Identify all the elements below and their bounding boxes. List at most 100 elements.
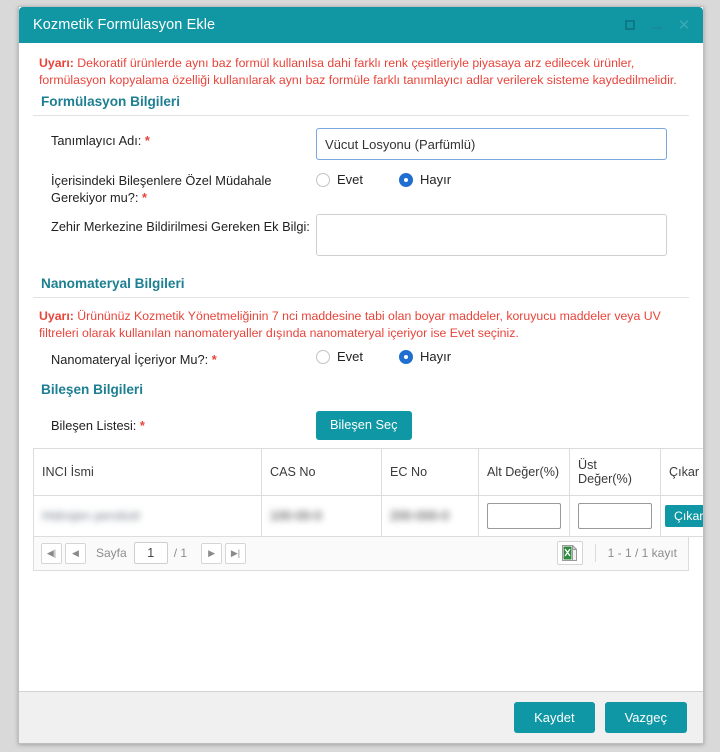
maximize-button[interactable]: [621, 16, 639, 34]
section-heading-component: Bileşen Bilgileri: [41, 382, 143, 397]
nanomaterial-option-hayir[interactable]: Hayır: [399, 349, 451, 364]
nanomaterial-warning-text: Ürününüz Kozmetik Yönetmeliğinin 7 nci m…: [39, 309, 661, 340]
column-header-ec-no: EC No: [381, 448, 479, 496]
next-page-button[interactable]: ▶: [201, 542, 223, 564]
component-table-header-row: INCI İsmi CAS No EC No Alt Değer(%) Üst …: [33, 448, 703, 496]
component-required-marker: *: [139, 417, 145, 433]
next-page-icon: ▶: [208, 547, 215, 558]
nanomaterial-contains-label: Nanomateryal İçeriyor Mu?: *: [33, 349, 316, 368]
nanomaterial-radio-group: Evet Hayır: [316, 349, 689, 364]
record-count-label: 1 - 1 / 1 kayıt: [607, 546, 677, 561]
previous-page-button[interactable]: ◀: [65, 542, 86, 564]
column-header-inci-name: INCI İsmi: [33, 448, 262, 496]
cell-cas-no: 100-00-0: [261, 495, 382, 537]
cancel-button[interactable]: Vazgeç: [604, 702, 687, 733]
table-pager: ◀| ◀ Sayfa / 1 ▶ ▶|: [33, 536, 689, 571]
component-list-label: Bileşen Listesi: *: [33, 418, 316, 433]
special-intervention-option-hayir-label: Hayır: [420, 172, 452, 187]
poison-center-field-wrap: [316, 214, 689, 256]
top-warning-text: Dekoratif ürünlerde aynı baz formül kull…: [39, 56, 677, 87]
nanomaterial-warning-prefix: Uyarı:: [39, 309, 74, 323]
component-list-label-text: Bileşen Listesi:: [51, 417, 137, 433]
column-header-remove: Çıkar: [660, 448, 703, 496]
radio-dot-icon: [399, 349, 414, 364]
identifier-label: Tanımlayıcı Adı: *: [33, 128, 316, 149]
lower-value-input[interactable]: [487, 502, 561, 529]
nanomaterial-option-evet-label: Evet: [337, 349, 364, 364]
nanomaterial-option-hayir-label: Hayır: [420, 349, 452, 364]
poison-center-label: Zehir Merkezine Bildirilmesi Gereken Ek …: [51, 219, 310, 234]
upper-value-input[interactable]: [578, 502, 652, 529]
previous-page-icon: ◀: [72, 547, 79, 558]
identifier-label-text: Tanımlayıcı Adı:: [51, 133, 142, 148]
radio-dot-icon: [399, 172, 414, 187]
special-intervention-radio-group: Evet Hayır: [316, 168, 689, 187]
remove-row-button[interactable]: Çıkar: [665, 504, 703, 527]
window-controls: ✕: [621, 16, 693, 34]
identifier-input[interactable]: [316, 128, 667, 160]
special-intervention-field-wrap: Evet Hayır: [316, 168, 689, 187]
first-page-button[interactable]: ◀|: [41, 542, 62, 564]
first-page-icon: ◀|: [46, 547, 57, 558]
identifier-field-wrap: [316, 128, 689, 160]
ec-no-value: 200-000-0: [390, 508, 450, 523]
special-intervention-option-evet[interactable]: Evet: [316, 172, 363, 187]
cell-upper-value: [569, 495, 661, 537]
cas-no-value: 100-00-0: [270, 508, 323, 523]
field-row-special-intervention: İçerisindeki Bileşenlere Özel Müdahale G…: [33, 164, 689, 210]
field-row-identifier: Tanımlayıcı Adı: *: [33, 124, 689, 164]
maximize-icon: [625, 20, 635, 30]
cell-inci-name: Hidrojen peroksit: [33, 495, 262, 537]
field-row-nanomaterial-contains: Nanomateryal İçeriyor Mu?: * Evet Hayır: [33, 341, 689, 372]
identifier-required-marker: *: [144, 133, 150, 148]
pager-divider: [594, 544, 596, 563]
column-header-lower-value: Alt Değer(%): [478, 448, 570, 496]
top-warning-prefix: Uyarı:: [39, 56, 74, 70]
cell-remove: Çıkar: [660, 495, 703, 537]
poison-center-input[interactable]: [316, 214, 667, 256]
save-button[interactable]: Kaydet: [514, 702, 595, 733]
nanomaterial-required-marker: *: [211, 352, 217, 367]
column-header-cas-no: CAS No: [261, 448, 382, 496]
dialog-titlebar: Kozmetik Formülasyon Ekle ✕: [19, 7, 703, 43]
close-button[interactable]: ✕: [675, 16, 693, 34]
special-intervention-option-hayir[interactable]: Hayır: [399, 172, 451, 187]
section-heading-nanomaterial: Nanomateryal Bilgileri: [33, 270, 689, 298]
last-page-icon: ▶|: [230, 547, 241, 558]
special-intervention-option-evet-label: Evet: [337, 172, 364, 187]
excel-export-button[interactable]: [556, 541, 583, 566]
cell-lower-value: [478, 495, 570, 537]
inci-name-value: Hidrojen peroksit: [42, 508, 140, 523]
dialog-window: Kozmetik Formülasyon Ekle ✕ Uyarı: Dekor…: [18, 6, 704, 744]
select-component-button[interactable]: Bileşen Seç: [316, 411, 412, 440]
page-number-input[interactable]: [133, 542, 168, 565]
minimize-icon: [652, 27, 662, 29]
column-header-upper-value: Üst Değer(%): [569, 448, 661, 496]
nanomaterial-warning-message: Uyarı: Ürününüz Kozmetik Yönetmeliğinin …: [33, 306, 689, 341]
field-row-poison-center: Zehir Merkezine Bildirilmesi Gereken Ek …: [33, 210, 689, 260]
minimize-button[interactable]: [648, 16, 666, 34]
last-page-button[interactable]: ▶|: [225, 542, 247, 564]
total-pages-label: / 1: [173, 546, 188, 561]
cell-ec-no: 200-000-0: [381, 495, 479, 537]
section-heading-formulation: Formülasyon Bilgileri: [33, 88, 689, 116]
dialog-body: Uyarı: Dekoratif ürünlerde aynı baz form…: [19, 43, 703, 691]
component-select-wrap: Bileşen Seç: [316, 411, 412, 440]
special-intervention-label-text: İçerisindeki Bileşenlere Özel Müdahale G…: [51, 173, 272, 205]
dialog-title: Kozmetik Formülasyon Ekle: [33, 17, 216, 33]
special-intervention-required-marker: *: [142, 190, 148, 205]
nanomaterial-field-wrap: Evet Hayır: [316, 349, 689, 364]
component-list-row: Bileşen Listesi: * Bileşen Seç: [33, 403, 689, 448]
dialog-footer: Kaydet Vazgeç: [19, 691, 703, 743]
component-table: INCI İsmi CAS No EC No Alt Değer(%) Üst …: [33, 447, 703, 537]
excel-export-icon: [562, 545, 578, 562]
radio-dot-icon: [316, 349, 330, 364]
page-label: Sayfa: [96, 546, 127, 561]
radio-dot-icon: [316, 172, 330, 187]
top-warning-message: Uyarı: Dekoratif ürünlerde aynı baz form…: [33, 53, 689, 88]
table-row: Hidrojen peroksit 100-00-0 200-000-0 Çık…: [33, 495, 703, 537]
nanomaterial-contains-label-text: Nanomateryal İçeriyor Mu?:: [51, 352, 209, 367]
close-icon: ✕: [677, 16, 691, 34]
nanomaterial-option-evet[interactable]: Evet: [316, 349, 363, 364]
special-intervention-label: İçerisindeki Bileşenlere Özel Müdahale G…: [33, 168, 316, 206]
